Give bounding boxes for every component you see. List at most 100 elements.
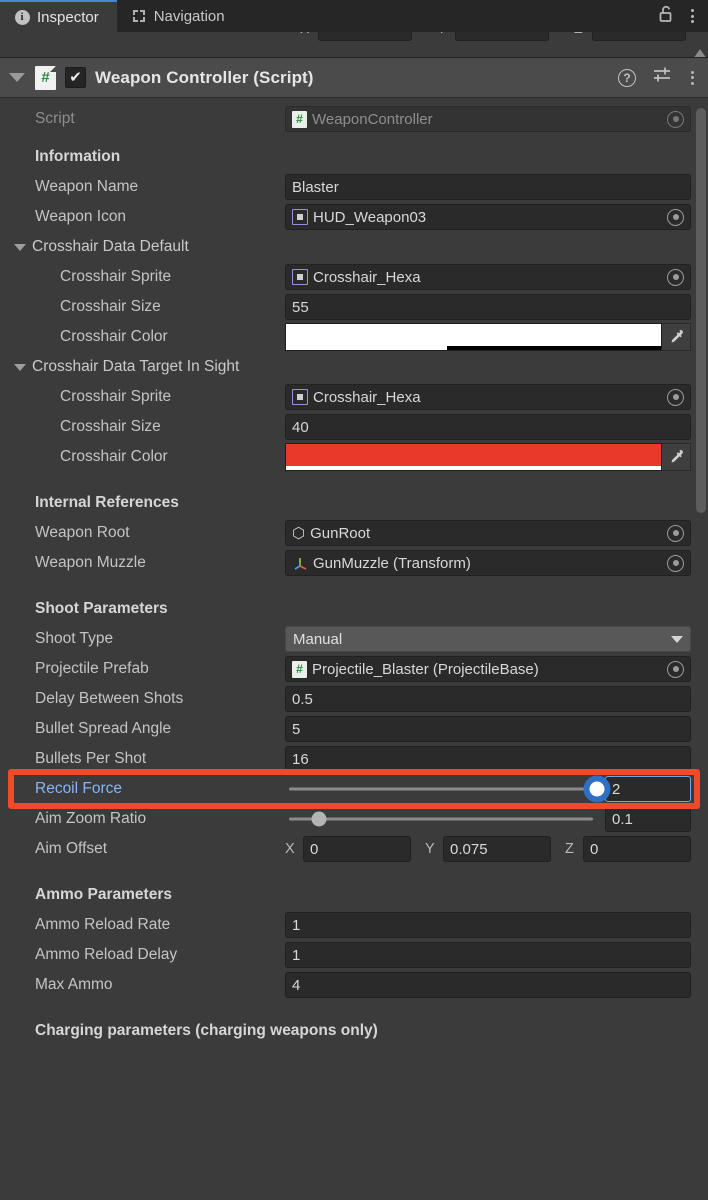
object-picker-icon-weapon-icon[interactable] bbox=[667, 208, 684, 226]
color-alpha-bar bbox=[286, 346, 661, 350]
field-projectile-prefab[interactable]: # Projectile_Blaster (ProjectileBase) bbox=[285, 656, 691, 682]
cut-off-x-field[interactable] bbox=[318, 32, 412, 41]
object-picker-icon-weapon-root[interactable] bbox=[667, 524, 684, 542]
field-weapon-icon[interactable]: HUD_Weapon03 bbox=[285, 204, 691, 230]
slider-handle-aim-zoom-ratio[interactable] bbox=[311, 811, 327, 827]
field-bullets-per-shot[interactable]: 16 bbox=[285, 746, 691, 772]
value-weapon-name: Blaster bbox=[292, 178, 339, 196]
field-max-ammo[interactable]: 4 bbox=[285, 972, 691, 998]
scroll-up-arrow-icon[interactable] bbox=[693, 49, 707, 57]
label-weapon-name: Weapon Name bbox=[35, 178, 139, 195]
slider-line bbox=[289, 817, 593, 821]
field-crosshair-default-size[interactable]: 55 bbox=[285, 294, 691, 320]
cut-off-x-axis-label: X bbox=[300, 32, 309, 36]
value-projectile-prefab: Projectile_Blaster (ProjectileBase) bbox=[312, 660, 539, 678]
vertical-scrollbar[interactable] bbox=[694, 98, 708, 1200]
label-crosshair-target-size: Crosshair Size bbox=[60, 418, 161, 435]
row-weapon-name: Weapon Name Blaster bbox=[0, 172, 708, 202]
field-script[interactable]: # WeaponController bbox=[285, 106, 691, 132]
kebab-menu-icon[interactable] bbox=[688, 6, 697, 26]
object-picker-icon-weapon-muzzle[interactable] bbox=[667, 554, 684, 572]
color-field-crosshair-target[interactable] bbox=[285, 443, 691, 471]
input-recoil-force[interactable]: 2 bbox=[605, 776, 691, 802]
field-crosshair-default-sprite[interactable]: Crosshair_Hexa bbox=[285, 264, 691, 290]
label-crosshair-target-color: Crosshair Color bbox=[60, 448, 168, 465]
label-shoot-type: Shoot Type bbox=[35, 630, 114, 647]
field-weapon-name[interactable]: Blaster bbox=[285, 174, 691, 200]
color-swatch-crosshair-default[interactable] bbox=[285, 323, 662, 351]
component-kebab-menu-icon[interactable] bbox=[688, 68, 697, 88]
row-delay-between-shots: Delay Between Shots 0.5 bbox=[0, 684, 708, 714]
transform-axis-icon bbox=[292, 555, 308, 571]
object-picker-icon-crosshair-default-sprite[interactable] bbox=[667, 268, 684, 286]
input-aim-zoom-ratio[interactable]: 0.1 bbox=[605, 806, 691, 832]
row-bullet-spread-angle: Bullet Spread Angle 5 bbox=[0, 714, 708, 744]
foldout-crosshair-data-default[interactable]: Crosshair Data Default bbox=[0, 232, 708, 262]
foldout-triangle-icon[interactable] bbox=[14, 243, 26, 251]
foldout-crosshair-data-target-in-sight[interactable]: Crosshair Data Target In Sight bbox=[0, 352, 708, 382]
color-field-crosshair-default[interactable] bbox=[285, 323, 691, 351]
eyedropper-icon-crosshair-default[interactable] bbox=[662, 323, 691, 351]
header-ammo-parameters-label: Ammo Parameters bbox=[35, 886, 172, 903]
slider-line bbox=[289, 787, 593, 791]
value-aim-zoom-ratio: 0.1 bbox=[612, 810, 633, 828]
axis-label-x: X bbox=[285, 841, 295, 857]
slider-track-recoil-force[interactable] bbox=[285, 776, 605, 802]
info-icon: i bbox=[14, 9, 30, 25]
input-aim-offset-y[interactable]: 0.075 bbox=[443, 836, 551, 862]
cut-off-y-field[interactable] bbox=[455, 32, 549, 41]
foldout-triangle-icon[interactable] bbox=[14, 363, 26, 371]
field-ammo-reload-delay[interactable]: 1 bbox=[285, 942, 691, 968]
row-ammo-reload-delay: Ammo Reload Delay 1 bbox=[0, 940, 708, 970]
row-recoil-force: Recoil Force 2 bbox=[0, 774, 708, 804]
slider-group-recoil-force[interactable]: 2 bbox=[285, 776, 691, 802]
field-weapon-muzzle[interactable]: GunMuzzle (Transform) bbox=[285, 550, 691, 576]
unlocked-padlock-icon[interactable] bbox=[658, 5, 674, 28]
eyedropper-icon-crosshair-target[interactable] bbox=[662, 443, 691, 471]
color-alpha-bar bbox=[286, 466, 661, 470]
color-swatch-crosshair-target[interactable] bbox=[285, 443, 662, 471]
preset-sliders-icon[interactable] bbox=[652, 66, 672, 89]
field-ammo-reload-rate[interactable]: 1 bbox=[285, 912, 691, 938]
field-delay-between-shots[interactable]: 0.5 bbox=[285, 686, 691, 712]
row-ammo-reload-rate: Ammo Reload Rate 1 bbox=[0, 910, 708, 940]
field-bullet-spread-angle[interactable]: 5 bbox=[285, 716, 691, 742]
slider-track-aim-zoom-ratio[interactable] bbox=[285, 806, 597, 832]
slider-group-aim-zoom-ratio[interactable]: 0.1 bbox=[285, 806, 691, 832]
sprite-icon bbox=[292, 389, 308, 405]
component-title: Weapon Controller (Script) bbox=[95, 67, 314, 87]
input-aim-offset-x[interactable]: 0 bbox=[303, 836, 411, 862]
label-crosshair-default-color: Crosshair Color bbox=[60, 328, 168, 345]
row-projectile-prefab: Projectile Prefab # Projectile_Blaster (… bbox=[0, 654, 708, 684]
object-picker-icon-crosshair-target-sprite[interactable] bbox=[667, 388, 684, 406]
input-aim-offset-z[interactable]: 0 bbox=[583, 836, 691, 862]
label-weapon-root: Weapon Root bbox=[35, 524, 130, 541]
field-crosshair-target-size[interactable]: 40 bbox=[285, 414, 691, 440]
component-header-weapon-controller[interactable]: # ✔ Weapon Controller (Script) ? bbox=[0, 58, 708, 98]
tab-inspector[interactable]: i Inspector bbox=[0, 0, 117, 32]
label-crosshair-default-sprite: Crosshair Sprite bbox=[60, 268, 172, 285]
object-picker-icon-script[interactable] bbox=[667, 110, 684, 128]
component-enabled-checkbox[interactable]: ✔ bbox=[65, 67, 86, 88]
inspector-tab-bar: i Inspector Navigation bbox=[0, 0, 708, 32]
field-crosshair-target-sprite[interactable]: Crosshair_Hexa bbox=[285, 384, 691, 410]
cut-off-z-field[interactable] bbox=[592, 32, 686, 41]
component-foldout-triangle-icon[interactable] bbox=[9, 73, 25, 82]
label-delay-between-shots: Delay Between Shots bbox=[35, 690, 184, 707]
label-weapon-icon: Weapon Icon bbox=[35, 208, 127, 225]
object-picker-icon-projectile-prefab[interactable] bbox=[667, 660, 684, 678]
inspector-body: Script # WeaponController Information We… bbox=[0, 98, 708, 1200]
component-header-controls: ? bbox=[618, 66, 697, 89]
tab-navigation[interactable]: Navigation bbox=[117, 0, 243, 32]
value-crosshair-target-size: 40 bbox=[292, 418, 309, 436]
gameobject-cube-icon: ⬡ bbox=[292, 524, 306, 542]
slider-handle-recoil-force[interactable] bbox=[589, 781, 605, 797]
row-crosshair-target-sprite: Crosshair Sprite Crosshair_Hexa bbox=[0, 382, 708, 412]
help-icon[interactable]: ? bbox=[618, 68, 636, 87]
scrollbar-thumb[interactable] bbox=[696, 108, 706, 513]
value-delay-between-shots: 0.5 bbox=[292, 690, 313, 708]
dropdown-shoot-type[interactable]: Manual bbox=[285, 626, 691, 652]
label-weapon-muzzle: Weapon Muzzle bbox=[35, 554, 146, 571]
field-weapon-root[interactable]: ⬡ GunRoot bbox=[285, 520, 691, 546]
value-weapon-icon: HUD_Weapon03 bbox=[313, 208, 427, 226]
